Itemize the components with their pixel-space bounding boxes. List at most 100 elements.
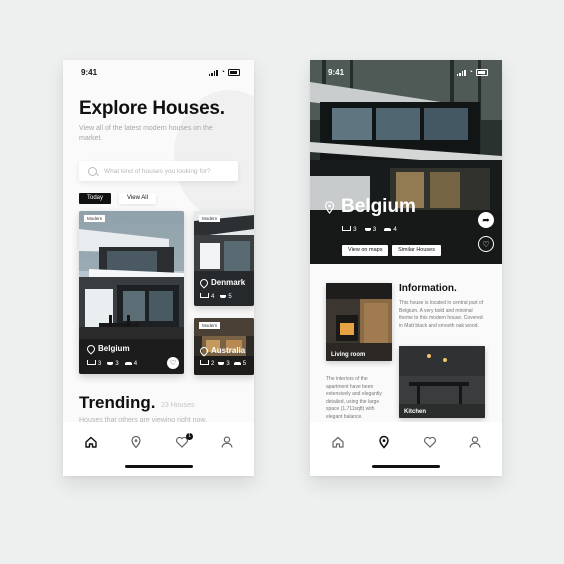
style-badge: Modern: [199, 215, 221, 222]
location-tab-icon[interactable]: [377, 435, 391, 449]
heart-tab-icon[interactable]: [423, 435, 437, 449]
hero-image: 9:41 ◔ Belgium 3 3 4 View on maps Simila…: [310, 60, 502, 264]
bath-icon: [218, 361, 225, 365]
baths-feature: 3: [107, 361, 119, 367]
location-pin-icon: [324, 200, 335, 214]
tab-bar: 1: [63, 422, 254, 476]
home-indicator: [124, 465, 193, 468]
cars-count: 5: [242, 360, 247, 367]
bed-icon: [200, 360, 209, 365]
search-input[interactable]: What kind of houses you looking for?: [104, 168, 211, 175]
style-badge: Modern: [199, 322, 221, 329]
bath-icon: [364, 228, 371, 231]
card-features: 2 3 5: [200, 360, 246, 367]
wifi-icon: ◔: [220, 68, 225, 76]
bath-icon: [220, 294, 227, 298]
card-features: 3 3 4: [87, 360, 137, 367]
house-photo-hero: [310, 60, 502, 264]
location-pin-icon: [198, 276, 210, 289]
favorite-button[interactable]: ♡: [478, 236, 494, 252]
bed-icon: [200, 293, 209, 298]
status-indicators: ◔: [456, 68, 488, 76]
photo-kitchen[interactable]: Kitchen: [399, 346, 485, 418]
house-photo-denmark: [194, 211, 254, 306]
cars-feature: 4: [124, 360, 138, 367]
beds-count: 3: [353, 226, 357, 233]
location-pin-icon: [85, 342, 97, 355]
information-text: This house is located in central part of…: [399, 300, 484, 329]
wifi-icon: ◔: [468, 68, 473, 76]
status-indicators: ◔: [208, 68, 240, 76]
similar-houses-button[interactable]: Similar Houses: [392, 245, 441, 256]
share-button[interactable]: ➦: [478, 212, 494, 228]
beds-feature: 3: [87, 360, 101, 367]
baths-feature: 3: [218, 360, 230, 367]
status-time: 9:41: [328, 68, 345, 77]
card-location: Belgium: [85, 342, 130, 355]
photo-caption: Living room: [331, 352, 366, 358]
battery-icon: [228, 69, 240, 76]
beds-count: 4: [211, 294, 215, 300]
home-indicator: [372, 465, 440, 468]
baths-count: 3: [226, 360, 230, 367]
profile-tab-icon[interactable]: [220, 435, 234, 449]
bed-icon: [87, 360, 96, 365]
trending-count: 23 Houses: [161, 402, 195, 409]
house-card-denmark[interactable]: Modern Denmark 4 5: [194, 211, 254, 306]
tab-bar: [310, 422, 502, 476]
favorites-badge: 1: [186, 433, 193, 440]
location-tab-icon[interactable]: [129, 435, 143, 449]
heart-icon: ♡: [169, 360, 177, 367]
bed-icon: [342, 226, 351, 231]
share-icon: ➦: [482, 214, 490, 225]
beds-feature: 4: [200, 293, 214, 300]
beds-count: 3: [98, 361, 102, 367]
heart-icon: ♡: [482, 239, 490, 249]
location-label: Australia: [211, 346, 246, 355]
beds-feature: 3: [342, 226, 357, 233]
baths-count: 5: [228, 293, 232, 300]
cars-feature: 5: [233, 360, 247, 367]
house-card-belgium[interactable]: Modern Belgium 3 3 4 ♡: [79, 211, 184, 374]
information-text-secondary: The interiors of the apartment have been…: [326, 376, 382, 420]
status-bar: 9:41 ◔: [63, 68, 254, 80]
filter-today-button[interactable]: Today: [79, 193, 112, 204]
car-icon: [124, 361, 132, 365]
card-features: 4 5: [200, 293, 232, 300]
view-on-maps-button[interactable]: View on maps: [342, 245, 389, 256]
profile-tab-icon[interactable]: [468, 435, 482, 449]
style-badge: Modern: [84, 215, 106, 222]
detail-location-label: Belgium: [341, 196, 416, 217]
cars-feature: 4: [384, 226, 397, 233]
search-icon: [88, 166, 97, 176]
photo-caption: Kitchen: [404, 409, 427, 415]
bath-icon: [107, 361, 114, 365]
cars-count: 4: [133, 360, 138, 367]
signal-icon: [208, 69, 218, 76]
location-label: Denmark: [211, 278, 246, 287]
information-title: Information.: [399, 283, 457, 294]
baths-feature: 5: [220, 293, 232, 300]
car-icon: [233, 361, 241, 365]
beds-feature: 2: [200, 360, 214, 367]
favorite-button[interactable]: ♡: [167, 357, 179, 369]
kitchen-image: [399, 346, 485, 418]
card-location: Denmark: [198, 276, 246, 289]
home-tab-icon[interactable]: [84, 435, 98, 449]
home-tab-icon[interactable]: [331, 435, 345, 449]
view-all-button[interactable]: View All: [119, 193, 156, 204]
favorites-tab[interactable]: 1: [175, 433, 193, 449]
baths-feature: 3: [364, 226, 377, 233]
living-room-image: [326, 283, 392, 361]
status-bar: 9:41 ◔: [310, 68, 502, 80]
location-pin-icon: [198, 344, 210, 357]
explore-screen: 9:41 ◔ Explore Houses. View all of the l…: [63, 60, 254, 476]
photo-living-room[interactable]: Living room: [326, 283, 392, 361]
search-bar[interactable]: What kind of houses you looking for?: [79, 161, 238, 181]
beds-count: 2: [211, 361, 215, 367]
baths-count: 3: [372, 226, 377, 233]
location-label: Belgium: [98, 344, 130, 353]
detail-features: 3 3 4: [342, 226, 397, 233]
house-card-australia[interactable]: Modern Australia 2 3 5: [194, 318, 254, 375]
cars-count: 4: [393, 226, 397, 233]
